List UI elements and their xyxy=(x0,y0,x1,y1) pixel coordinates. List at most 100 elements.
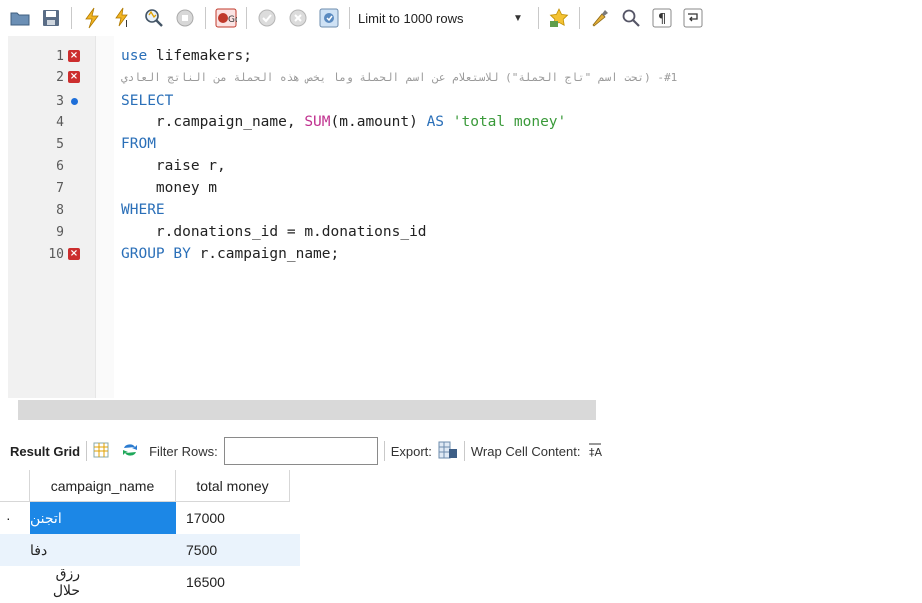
code-line-9[interactable]: r.donations_id = m.donations_id xyxy=(121,222,427,243)
error-marker-icon[interactable]: × xyxy=(68,248,80,260)
save-button[interactable] xyxy=(37,5,64,31)
toolbar-separator xyxy=(349,7,350,29)
code-line-3[interactable]: SELECT xyxy=(121,91,173,112)
add-snippet-icon xyxy=(549,8,568,27)
toggle-error-button[interactable]: Go xyxy=(212,5,239,31)
code-text: money m xyxy=(121,180,218,196)
row-header[interactable]: · xyxy=(0,502,30,534)
line-number: 5 xyxy=(56,137,64,152)
explain-button[interactable] xyxy=(140,5,167,31)
export-label: Export: xyxy=(390,443,432,459)
column-header-campaign-name[interactable]: campaign_name xyxy=(30,470,176,502)
error-marker-icon[interactable]: × xyxy=(68,50,80,62)
find-button[interactable] xyxy=(617,5,644,31)
grid-view-icon xyxy=(93,442,109,457)
execute-button[interactable] xyxy=(78,5,105,31)
add-snippet-button[interactable] xyxy=(545,5,572,31)
code-line-8[interactable]: WHERE xyxy=(121,200,165,221)
open-file-button[interactable] xyxy=(6,5,33,31)
cell-campaign-name[interactable]: دفا xyxy=(30,534,176,566)
wrap-cell-icon: ‡A xyxy=(589,443,603,459)
execute-lightning-icon xyxy=(84,7,99,29)
wrap-cell-button[interactable]: ‡A xyxy=(588,442,603,461)
row-header[interactable] xyxy=(0,566,30,598)
cell-total-money[interactable]: 7500 xyxy=(176,534,290,566)
code-line-7[interactable]: money m xyxy=(121,178,217,199)
line-number: 9 xyxy=(56,225,64,240)
code-line-2[interactable]: #1- (تحت اسم "تاج الحملة") للاستعلام عن … xyxy=(121,67,677,88)
keyword: AS xyxy=(426,114,445,130)
code-text: (m.amount) xyxy=(330,114,427,130)
toolbar-separator xyxy=(538,7,539,29)
toolbar-separator xyxy=(579,7,580,29)
keyword: use xyxy=(121,48,148,64)
sql-comment: #1- (تحت اسم "تاج الحملة") للاستعلام عن … xyxy=(121,71,678,84)
code-line-6[interactable]: raise r, xyxy=(121,156,226,177)
table-row[interactable]: رزق حلال 16500 xyxy=(0,565,300,598)
explain-icon xyxy=(144,9,163,27)
execute-cursor-icon: I xyxy=(114,7,127,29)
line-number-gutter: 1 × 2 × 3 4 5 6 7 8 9 10 × xyxy=(8,36,96,398)
wrap-lines-button[interactable] xyxy=(679,5,706,31)
row-header-corner xyxy=(0,470,30,502)
chevron-down-icon: ▼ xyxy=(513,12,523,24)
table-row[interactable]: · اتجنن 17000 xyxy=(0,502,300,534)
invisible-chars-button[interactable]: ¶ xyxy=(648,5,675,31)
refresh-button[interactable] xyxy=(121,442,139,461)
cell-total-money[interactable]: 16500 xyxy=(176,566,290,598)
stop-button[interactable] xyxy=(171,5,198,31)
filter-rows-label: Filter Rows: xyxy=(149,443,218,459)
function-name: SUM xyxy=(304,114,331,130)
code-text: r.campaign_name; xyxy=(190,246,340,262)
error-marker-icon[interactable]: × xyxy=(68,71,80,83)
rollback-button[interactable] xyxy=(284,5,311,31)
sql-editor[interactable]: 1 × 2 × 3 4 5 6 7 8 9 10 × use lifemakers; #1- (تحت … xyxy=(0,36,922,420)
row-header[interactable] xyxy=(0,534,30,566)
line-number: 3 xyxy=(56,94,64,109)
gutter-margin xyxy=(96,36,114,398)
line-number: 1 xyxy=(56,49,64,64)
column-header-total-money[interactable]: total money xyxy=(176,470,290,502)
code-line-10[interactable]: GROUP BY r.campaign_name; xyxy=(121,244,339,265)
rollback-icon xyxy=(289,9,306,27)
grid-view-button[interactable] xyxy=(93,442,109,461)
cell-campaign-name[interactable]: اتجنن xyxy=(30,502,176,534)
folder-icon xyxy=(10,12,29,26)
code-line-4[interactable]: r.campaign_name, SUM(m.amount) AS 'total… xyxy=(121,112,566,133)
table-row[interactable]: دفا 7500 xyxy=(0,534,300,566)
code-line-1[interactable]: use lifemakers; xyxy=(121,46,252,67)
filter-rows-input[interactable] xyxy=(223,437,378,465)
autocommit-button[interactable] xyxy=(315,5,342,31)
limit-rows-label: Limit to 1000 rows xyxy=(358,10,464,26)
toolbar-separator xyxy=(463,441,465,461)
svg-text:Go: Go xyxy=(228,15,237,25)
string-literal: 'total money' xyxy=(452,114,567,130)
execute-current-button[interactable]: I xyxy=(109,5,136,31)
keyword: GROUP BY xyxy=(121,246,191,262)
cell-total-money[interactable]: 17000 xyxy=(176,502,290,534)
toolbar-separator xyxy=(86,441,88,461)
export-button[interactable] xyxy=(438,441,458,462)
beautify-button[interactable] xyxy=(586,5,613,31)
cell-campaign-name[interactable]: رزق حلال xyxy=(30,565,176,598)
line-number: 2 xyxy=(56,70,64,85)
refresh-icon xyxy=(123,443,138,456)
keyword: WHERE xyxy=(121,202,165,218)
toolbar-separator xyxy=(383,441,385,461)
keyword: SELECT xyxy=(121,93,174,109)
svg-text:‡A: ‡A xyxy=(589,446,602,458)
toolbar-separator xyxy=(246,7,247,29)
line-number: 10 xyxy=(48,247,64,262)
commit-button[interactable] xyxy=(253,5,280,31)
code-text: lifemakers; xyxy=(147,48,252,64)
result-grid-tab[interactable]: Result Grid xyxy=(10,444,80,459)
code-text: raise r, xyxy=(121,158,226,174)
horizontal-scrollbar[interactable] xyxy=(18,400,596,420)
code-line-5[interactable]: FROM xyxy=(121,134,156,155)
commit-icon xyxy=(258,9,275,27)
line-number: 7 xyxy=(56,181,64,196)
limit-rows-select[interactable]: Limit to 1000 rows ▼ xyxy=(358,6,535,30)
grid-header-row: campaign_name total money xyxy=(0,470,300,502)
code-text: r.campaign_name, xyxy=(121,114,305,130)
